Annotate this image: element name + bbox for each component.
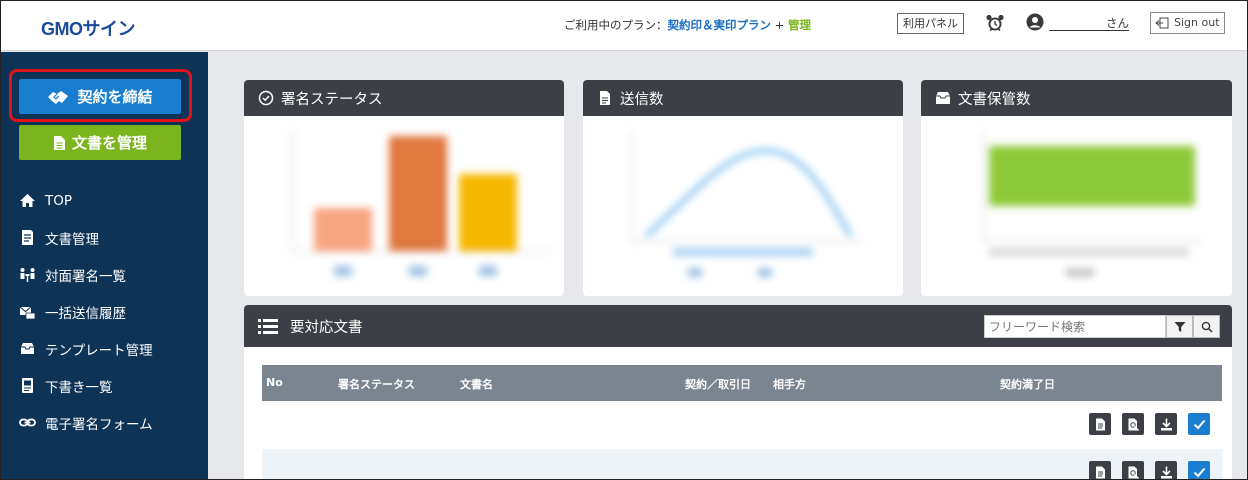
view-document-button[interactable] [1089,461,1111,479]
sign-contract-button[interactable]: 契約を締結 [19,79,181,114]
preview-document-button[interactable] [1122,413,1144,435]
plan-name: 契約印＆実印プラン [667,18,772,32]
document-search-icon [1128,466,1139,479]
document-storage-card: 文書保管数 [921,80,1232,296]
manage-documents-button[interactable]: 文書を管理 [19,125,181,160]
card-header: 送信数 [583,80,903,116]
sign-out-button[interactable]: Sign out [1150,12,1225,34]
draft-icon [22,378,33,393]
sidebar: 契約を締結 文書を管理 TOP 文書管理 対面署名一覧 一括送信履歴 テンプレー… [1,52,208,479]
plan-plus: + [771,18,788,32]
checkmark-icon [1193,467,1205,477]
face-to-face-icon [20,268,35,282]
filter-button[interactable] [1166,315,1193,338]
sidebar-item-face-to-face[interactable]: 対面署名一覧 [1,256,208,293]
alarm-clock-icon[interactable] [985,13,1005,33]
top-header: GMOサイン ご利用中のプラン：契約印＆実印プラン + 管理 利用パネル さん … [1,1,1247,51]
view-document-button[interactable] [1089,413,1111,435]
app-frame: GMOサイン ご利用中のプラン：契約印＆実印プラン + 管理 利用パネル さん … [0,0,1248,480]
user-name-link[interactable]: さん [1049,15,1129,31]
document-icon [1095,418,1105,430]
search-group [984,315,1220,338]
sent-count-card: 送信数 [583,80,903,296]
column-document-name[interactable]: 文書名 [460,376,493,392]
sent-count-title: 送信数 [620,91,664,108]
home-icon [20,194,35,207]
check-circle-icon [258,90,274,106]
file-icon [600,91,610,105]
sidebar-item-label: 対面署名一覧 [45,268,126,285]
column-counterparty[interactable]: 相手方 [773,376,806,392]
column-no[interactable]: No [266,376,283,389]
filter-icon [1174,321,1185,332]
download-icon [1160,418,1172,430]
document-storage-title: 文書保管数 [958,91,1031,108]
sidebar-item-top[interactable]: TOP [1,182,208,219]
free-word-search-input[interactable] [984,315,1166,338]
table-title: 要対応文書 [290,319,363,336]
sidebar-item-template-management[interactable]: テンプレート管理 [1,330,208,367]
sidebar-nav: TOP 文書管理 対面署名一覧 一括送信履歴 テンプレート管理 下書き一覧 電子… [1,182,208,441]
user-avatar-icon[interactable] [1026,13,1044,31]
column-contract-date[interactable]: 契約／取引日 [685,376,751,392]
download-icon [1160,466,1172,478]
column-signature-status[interactable]: 署名ステータス [338,376,415,392]
plan-info: ご利用中のプラン：契約印＆実印プラン + 管理 [564,17,811,33]
manage-documents-label: 文書を管理 [71,134,147,152]
usage-panel-button[interactable]: 利用パネル [897,13,964,34]
sign-contract-label: 契約を締結 [77,88,153,106]
handshake-icon [48,90,69,104]
search-button[interactable] [1193,315,1220,338]
sidebar-item-label: TOP [45,192,73,209]
gmo-sign-logo[interactable]: GMOサイン [41,15,136,41]
table-row[interactable] [262,449,1222,479]
sidebar-item-document-management[interactable]: 文書管理 [1,219,208,256]
action-required-documents: 要対応文書 No 署名ステータス 文書名 契約／取引日 相手方 契約満了日 [244,305,1232,479]
file-icon [53,135,65,150]
approve-button[interactable] [1188,413,1210,435]
bulk-send-icon [19,306,36,320]
table-row[interactable] [262,401,1222,446]
card-header: 文書保管数 [921,80,1232,116]
sidebar-item-label: テンプレート管理 [45,342,153,359]
sidebar-item-label: 一括送信履歴 [45,305,126,322]
checkmark-icon [1193,419,1205,429]
signature-status-card: 署名ステータス [244,80,564,296]
plan-admin: 管理 [787,18,811,32]
template-icon [21,343,34,354]
sign-out-label: Sign out [1174,16,1220,29]
link-icon [19,418,36,427]
row-actions [1089,461,1210,479]
download-button[interactable] [1155,461,1177,479]
sent-line-chart-blurred [583,116,903,296]
sidebar-item-bulk-send-history[interactable]: 一括送信履歴 [1,293,208,330]
signature-status-title: 署名ステータス [281,91,383,108]
sidebar-item-label: 電子署名フォーム [45,416,153,433]
table-column-headers: No 署名ステータス 文書名 契約／取引日 相手方 契約満了日 [262,365,1222,401]
column-expiry-date[interactable]: 契約満了日 [1000,376,1055,392]
sidebar-item-label: 文書管理 [45,231,99,248]
download-button[interactable] [1155,413,1177,435]
document-icon [22,230,33,245]
status-bar-chart-blurred [244,116,564,296]
archive-box-icon [936,92,950,104]
row-actions [1089,413,1210,435]
sidebar-item-drafts[interactable]: 下書き一覧 [1,367,208,404]
preview-document-button[interactable] [1122,461,1144,479]
sign-out-icon [1155,17,1169,29]
search-icon [1201,321,1213,333]
list-icon [258,318,278,334]
card-header: 署名ステータス [244,80,564,116]
storage-bar-chart-blurred [921,116,1232,296]
document-icon [1095,466,1105,478]
document-search-icon [1128,418,1139,431]
approve-button[interactable] [1188,461,1210,479]
sidebar-item-label: 下書き一覧 [45,379,113,396]
plan-prefix: ご利用中のプラン： [564,18,668,32]
sidebar-item-e-signature-form[interactable]: 電子署名フォーム [1,404,208,441]
